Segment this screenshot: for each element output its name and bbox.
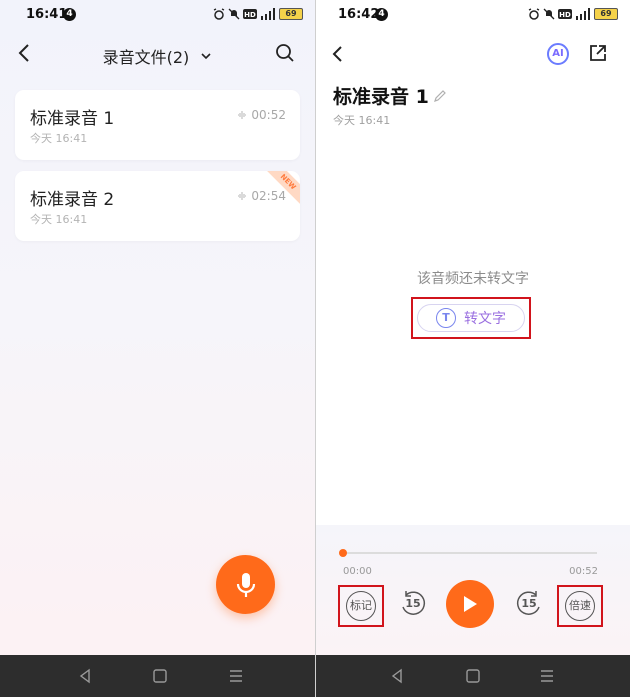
svg-text:HD: HD (559, 11, 571, 19)
recording-detail-screen: 16:42 4 HD 69 AI 标准录音 1 今天 16:41 该音频还未转文… (316, 0, 630, 697)
signal-icon (261, 8, 275, 20)
status-bar: 16:41 4 HD 69 (0, 0, 315, 30)
play-button[interactable] (446, 580, 494, 628)
waveform-icon (238, 192, 247, 200)
status-time: 16:42 (338, 7, 380, 22)
status-bar: 16:42 4 HD 69 (316, 0, 630, 30)
recording-item-1[interactable]: 标准录音 1 今天 16:41 00:52 (15, 90, 300, 160)
mute-icon (228, 8, 240, 20)
recording-date: 今天 16:41 (30, 213, 88, 226)
notification-badge: 4 (375, 8, 388, 21)
microphone-icon (236, 572, 255, 597)
hd-icon: HD (558, 9, 572, 19)
edit-pencil-icon[interactable] (433, 89, 447, 103)
mark-highlight: 标记 (338, 585, 384, 627)
status-time: 16:41 (26, 7, 68, 22)
play-icon (464, 596, 477, 612)
current-time: 00:00 (343, 566, 372, 577)
system-nav-bar (316, 655, 630, 697)
nav-back-icon[interactable] (77, 668, 93, 684)
svg-text:HD: HD (244, 11, 256, 19)
mute-icon (543, 8, 555, 20)
back-arrow-icon[interactable] (328, 44, 348, 64)
status-icons: HD 69 (213, 8, 303, 20)
recording-duration: 00:52 (237, 108, 286, 122)
recording-date: 今天 16:41 (333, 114, 391, 127)
alarm-icon (528, 8, 540, 20)
progress-knob[interactable] (339, 549, 347, 557)
signal-icon (576, 8, 590, 20)
battery-icon: 69 (594, 8, 618, 20)
record-button[interactable] (216, 555, 275, 614)
convert-label: 转文字 (464, 311, 506, 327)
transcribe-icon: T (436, 308, 456, 328)
status-icons: HD 69 (528, 8, 618, 20)
convert-to-text-button[interactable]: T 转文字 (417, 304, 525, 332)
convert-to-text-highlight: T 转文字 (411, 297, 531, 339)
speed-highlight: 倍速 (557, 585, 603, 627)
total-time: 00:52 (569, 566, 598, 577)
recording-name: 标准录音 2 (30, 190, 115, 210)
nav-home-icon[interactable] (465, 668, 481, 684)
audio-player: 00:00 00:52 标记 15 15 倍速 (316, 525, 630, 655)
transcript-empty-text: 该音频还未转文字 (417, 271, 529, 287)
chevron-down-icon (201, 53, 211, 60)
nav-menu-icon[interactable] (228, 668, 244, 684)
nav-menu-icon[interactable] (539, 668, 555, 684)
page-title: 录音文件(2) (102, 48, 190, 67)
recording-item-2[interactable]: 标准录音 2 今天 16:41 02:54 NEW (15, 171, 300, 241)
hd-icon: HD (243, 9, 257, 19)
playback-speed-button[interactable]: 倍速 (565, 591, 595, 621)
folder-title-dropdown[interactable]: 录音文件(2) (0, 44, 315, 68)
skip-back-button[interactable]: 15 (398, 589, 428, 619)
ai-assistant-icon[interactable]: AI (547, 43, 569, 65)
notification-badge: 4 (63, 8, 76, 21)
recording-title: 标准录音 1 (333, 82, 447, 109)
nav-home-icon[interactable] (152, 668, 168, 684)
system-nav-bar (0, 655, 315, 697)
recording-date: 今天 16:41 (30, 132, 88, 145)
search-icon[interactable] (275, 43, 295, 63)
nav-back-icon[interactable] (389, 668, 405, 684)
share-icon[interactable] (588, 43, 608, 63)
skip-forward-button[interactable]: 15 (514, 589, 544, 619)
recording-duration: 02:54 (237, 189, 286, 203)
battery-icon: 69 (279, 8, 303, 20)
recording-name: 标准录音 1 (30, 109, 115, 129)
alarm-icon (213, 8, 225, 20)
waveform-icon (238, 111, 247, 119)
mark-button[interactable]: 标记 (346, 591, 376, 621)
progress-track[interactable] (339, 549, 597, 557)
recordings-list-screen: 16:41 4 HD 69 录音文件(2) 标准录音 1 今天 16:41 00… (0, 0, 315, 697)
